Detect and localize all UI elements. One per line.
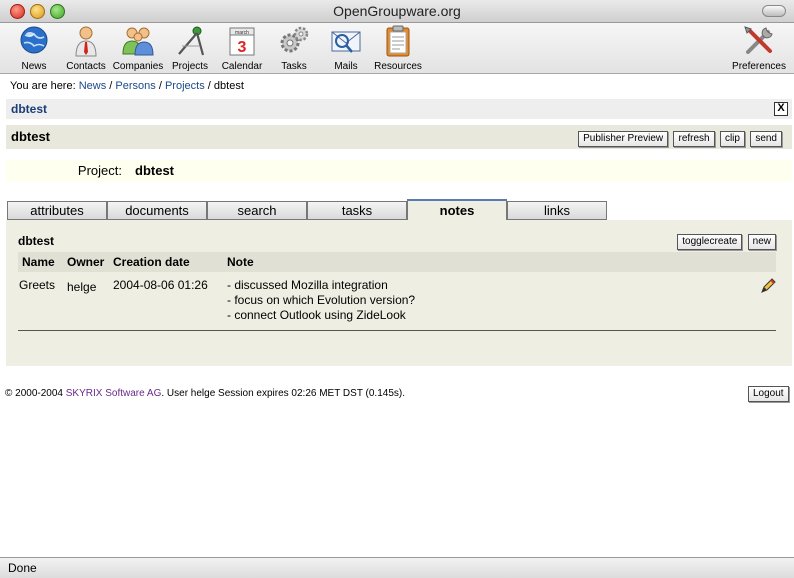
notes-title: dbtest [18, 234, 54, 248]
calendar-month: march [235, 30, 249, 36]
toolbar-label: Projects [171, 61, 209, 72]
note-created: 2004-08-06 01:26 [113, 278, 208, 292]
toolbar-tasks[interactable]: Tasks [266, 24, 322, 72]
breadcrumb-link-persons[interactable]: Persons [115, 80, 155, 92]
toolbar-label: Companies [112, 61, 164, 72]
column-owner: Owner [67, 255, 105, 269]
tools-icon [742, 24, 776, 58]
note-name: Greets [19, 278, 56, 292]
close-section-button[interactable]: X [774, 102, 788, 116]
notes-table-header: Name Owner Creation date Note [18, 252, 776, 272]
tab-notes[interactable]: notes [407, 199, 507, 221]
toolbar-label: News [21, 61, 47, 72]
note-line: - connect Outlook using ZideLook [227, 308, 406, 322]
note-line: - focus on which Evolution version? [227, 293, 416, 307]
mail-icon [329, 24, 363, 58]
status-text: Done [8, 561, 37, 575]
toolbar-label: Resources [374, 61, 422, 72]
toolbar-label: Preferences [732, 61, 786, 72]
breadcrumb-link-news[interactable]: News [79, 80, 107, 92]
send-button[interactable]: send [750, 131, 782, 147]
tab-search[interactable]: search [207, 201, 307, 220]
refresh-button[interactable]: refresh [673, 131, 715, 147]
clipboard-icon [381, 24, 415, 58]
project-row: Project: dbtest [6, 160, 792, 182]
new-note-button[interactable]: new [747, 234, 776, 250]
tab-attributes[interactable]: attributes [7, 201, 107, 220]
section-header: dbtest X [6, 99, 792, 119]
footer-session-info: . User helge Session expires 02:26 MET D… [161, 388, 405, 399]
person-icon [69, 24, 103, 58]
notes-panel: dbtest togglecreate new Name Owner Creat… [6, 220, 792, 366]
tab-documents[interactable]: documents [107, 201, 207, 220]
edit-note-icon[interactable] [760, 278, 776, 294]
object-bar: dbtest Publisher Preview refresh clip se… [6, 125, 792, 149]
section-title: dbtest [11, 102, 47, 116]
window-title: OpenGroupware.org [333, 3, 461, 19]
toolbar-calendar[interactable]: march 3 Calendar [214, 24, 270, 72]
notes-divider [18, 330, 776, 331]
gears-icon [277, 24, 311, 58]
toolbar-projects[interactable]: Projects [162, 24, 218, 72]
globe-icon [17, 24, 51, 58]
column-note: Note [227, 255, 254, 269]
status-bar: Done [0, 557, 794, 578]
column-name: Name [22, 255, 55, 269]
object-actions: Publisher Preview refresh clip send [576, 130, 782, 147]
table-row: Greets helge 2004-08-06 01:26 - discusse… [18, 276, 776, 326]
breadcrumb-separator: / [109, 80, 113, 92]
breadcrumb: You are here: News / Persons / Projects … [10, 80, 244, 92]
notes-actions: togglecreate new [675, 233, 776, 250]
calendar-icon: march 3 [225, 24, 259, 58]
tab-tasks[interactable]: tasks [307, 201, 407, 220]
clip-button[interactable]: clip [719, 131, 745, 147]
footer: © 2000-2004 SKYRIX Software AG. User hel… [5, 388, 405, 399]
breadcrumb-separator: / [207, 80, 211, 92]
note-line: - discussed Mozilla integration [227, 278, 388, 292]
title-bar: OpenGroupware.org [0, 0, 794, 23]
compass-icon [173, 24, 207, 58]
toolbar-mails[interactable]: Mails [318, 24, 374, 72]
project-value: dbtest [135, 163, 174, 178]
toolbar-preferences[interactable]: Preferences [730, 24, 788, 72]
breadcrumb-prefix: You are here: [10, 80, 76, 92]
calendar-day: 3 [238, 39, 247, 56]
app-toolbar: News Contacts Companies Projects march 3 … [0, 23, 794, 74]
breadcrumb-current: dbtest [213, 80, 244, 92]
breadcrumb-separator: / [158, 80, 162, 92]
toolbar-label: Mails [334, 61, 358, 72]
toolbar-toggle-button[interactable] [762, 5, 786, 17]
object-title: dbtest [11, 129, 50, 144]
note-owner: helge [67, 280, 97, 294]
project-label: Project: [77, 163, 122, 178]
toolbar-news[interactable]: News [6, 24, 62, 72]
people-icon [121, 24, 155, 58]
toolbar-label: Calendar [221, 61, 263, 72]
column-creation-date: Creation date [113, 255, 190, 269]
footer-copyright: © 2000-2004 [5, 388, 63, 399]
tab-links[interactable]: links [507, 201, 607, 220]
toolbar-companies[interactable]: Companies [110, 24, 166, 72]
toolbar-label: Contacts [66, 61, 106, 72]
togglecreate-button[interactable]: togglecreate [677, 234, 743, 250]
publisher-preview-button[interactable]: Publisher Preview [578, 131, 669, 147]
toolbar-contacts[interactable]: Contacts [58, 24, 114, 72]
logout-button[interactable]: Logout [748, 386, 789, 402]
toolbar-label: Tasks [281, 61, 307, 72]
note-text: - discussed Mozilla integration - focus … [227, 278, 415, 323]
footer-org-link[interactable]: SKYRIX Software AG [66, 388, 162, 399]
toolbar-resources[interactable]: Resources [370, 24, 426, 72]
breadcrumb-link-projects[interactable]: Projects [165, 80, 205, 92]
